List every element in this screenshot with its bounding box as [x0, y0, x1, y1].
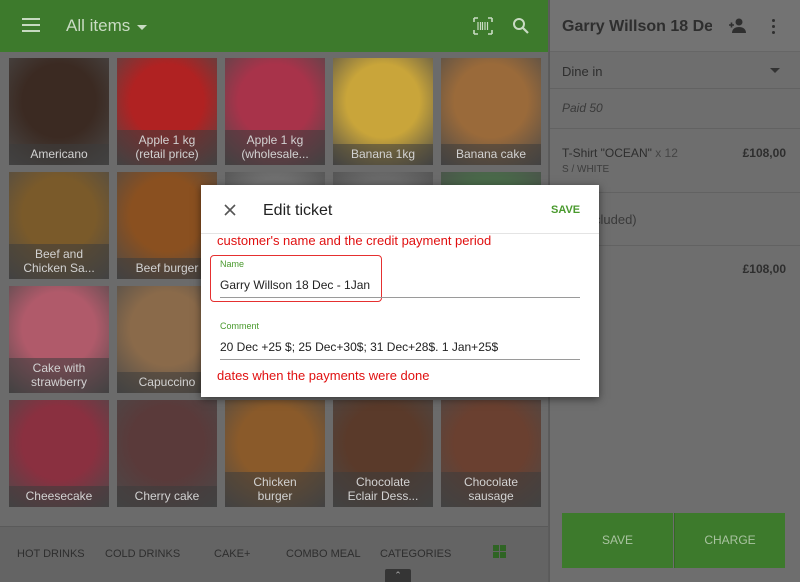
top-app-bar: All items [0, 0, 548, 52]
search-icon[interactable] [512, 17, 530, 35]
tab-categories[interactable]: CATEGORIES [380, 548, 451, 560]
item-label: Cheesecake [9, 486, 109, 507]
dropdown-caret-icon[interactable] [137, 25, 147, 30]
item-price: £108,00 [742, 146, 786, 160]
item-tile[interactable]: Banana 1kg [333, 58, 433, 165]
item-tile[interactable]: Cheesecake [9, 400, 109, 507]
comment-field-underline [220, 359, 580, 360]
category-tabs: HOT DRINKS COLD DRINKS CAKE+ COMBO MEAL … [0, 526, 548, 582]
item-tile[interactable]: Apple 1 kg (wholesale... [225, 58, 325, 165]
tab-cold-drinks[interactable]: COLD DRINKS [105, 548, 180, 560]
ticket-comment: Paid 50 [562, 101, 603, 115]
name-field-label: Name [220, 259, 245, 269]
ticket-header: Garry Willson 18 De... [550, 0, 800, 52]
dining-dropdown-caret-icon[interactable] [770, 68, 780, 73]
category-dropdown[interactable]: All items [66, 16, 130, 36]
divider [550, 128, 800, 129]
item-tile[interactable]: Chocolate sausage [441, 400, 541, 507]
save-ticket-button[interactable]: SAVE [562, 513, 673, 568]
dialog-save-button[interactable]: SAVE [551, 204, 580, 216]
tab-hot-drinks[interactable]: HOT DRINKS [17, 548, 85, 560]
tab-cake[interactable]: CAKE+ [214, 548, 250, 560]
charge-button[interactable]: CHARGE [674, 513, 785, 568]
item-label: Americano [9, 144, 109, 165]
item-variant: S / WHITE [562, 164, 610, 175]
ticket-line-item[interactable]: T-Shirt "OCEAN" x 12 [562, 146, 678, 160]
item-tile[interactable]: Beef and Chicken Sa... [9, 172, 109, 279]
item-label: Cake with strawberry [9, 358, 109, 393]
ticket-total: £108,00 [742, 262, 786, 276]
name-field[interactable]: Garry Willson 18 Dec - 1Jan [220, 278, 370, 292]
item-label: Chocolate Eclair Dess... [333, 472, 433, 507]
more-options-icon[interactable] [772, 19, 776, 35]
item-tile[interactable]: Chocolate Eclair Dess... [333, 400, 433, 507]
item-tile[interactable]: Cherry cake [117, 400, 217, 507]
grid-view-icon[interactable] [493, 545, 506, 558]
barcode-scan-icon[interactable] [473, 17, 493, 35]
ticket-customer-name[interactable]: Garry Willson 18 De... [562, 18, 712, 36]
comment-field[interactable]: 20 Dec +25 $; 25 Dec+30$; 31 Dec+28$. 1 … [220, 340, 498, 354]
dialog-title: Edit ticket [263, 202, 333, 219]
name-field-underline [220, 297, 580, 298]
expand-handle-icon[interactable]: ⌃ [385, 569, 411, 582]
item-label: Chicken burger [225, 472, 325, 507]
menu-icon[interactable] [22, 18, 40, 32]
tax-line: cluded) [594, 212, 637, 227]
comment-field-label: Comment [220, 321, 260, 331]
close-icon[interactable] [223, 203, 237, 217]
item-label: Banana 1kg [333, 144, 433, 165]
dining-option-select[interactable]: Dine in [562, 64, 602, 79]
item-quantity: x 12 [655, 146, 678, 160]
item-label: Cherry cake [117, 486, 217, 507]
item-tile[interactable]: Americano [9, 58, 109, 165]
item-tile[interactable]: Apple 1 kg (retail price) [117, 58, 217, 165]
item-label: Apple 1 kg (wholesale... [225, 130, 325, 165]
item-tile[interactable]: Chicken burger [225, 400, 325, 507]
annotation-name-note: customer's name and the credit payment p… [217, 233, 492, 248]
divider [550, 88, 800, 89]
tab-combo-meal[interactable]: COMBO MEAL [286, 548, 361, 560]
item-tile[interactable]: Banana cake [441, 58, 541, 165]
item-tile[interactable]: Cake with strawberry [9, 286, 109, 393]
item-label: Chocolate sausage [441, 472, 541, 507]
item-label: Beef and Chicken Sa... [9, 244, 109, 279]
item-label: Banana cake [441, 144, 541, 165]
annotation-comment-note: dates when the payments were done [217, 368, 430, 383]
edit-ticket-dialog: Edit ticket SAVE customer's name and the… [201, 185, 599, 397]
item-label: Apple 1 kg (retail price) [117, 130, 217, 165]
item-name: T-Shirt "OCEAN" [562, 146, 652, 160]
add-customer-icon[interactable] [728, 17, 748, 35]
